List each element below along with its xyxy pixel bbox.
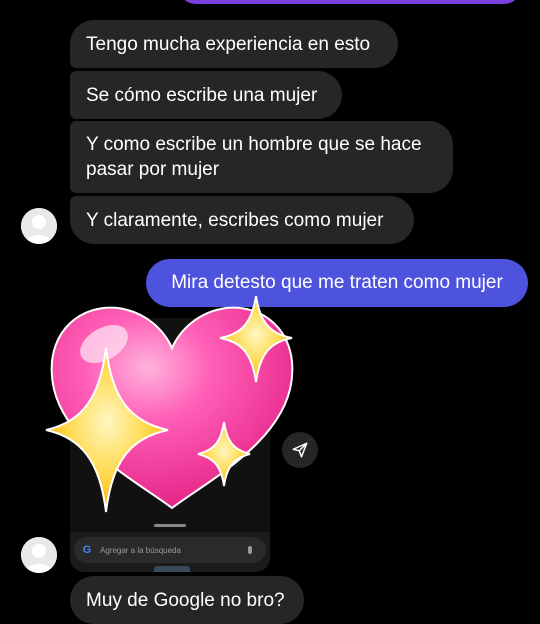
default-avatar-icon xyxy=(21,208,57,244)
drag-handle xyxy=(154,524,186,527)
message-text: Muy de Google no bro? xyxy=(86,589,285,611)
previous-sent-bubble[interactable] xyxy=(178,0,522,4)
default-avatar-icon xyxy=(21,537,57,573)
message-text: Y claramente, escribes como mujer xyxy=(86,209,384,231)
message-bubble-received[interactable]: Y claramente, escribes como mujer xyxy=(70,196,414,244)
message-text: Y como escribe un hombre que se hace pas… xyxy=(86,134,427,180)
sparkling-heart-icon[interactable] xyxy=(42,290,302,520)
google-search-bar: G Agregar a la búsqueda xyxy=(74,537,266,563)
message-text: Tengo mucha experiencia en esto xyxy=(86,33,371,55)
avatar[interactable] xyxy=(21,208,57,244)
message-text: Se cómo escribe una mujer xyxy=(86,84,318,106)
message-bubble-received[interactable]: Se cómo escribe una mujer xyxy=(70,71,342,119)
message-bubble-received[interactable]: Tengo mucha experiencia en esto xyxy=(70,20,398,68)
microphone-icon xyxy=(248,546,252,554)
google-icon: G xyxy=(82,544,92,556)
avatar[interactable] xyxy=(21,537,57,573)
card-tab-indicator xyxy=(154,566,190,572)
message-bubble-received[interactable]: Muy de Google no bro? xyxy=(70,576,304,624)
message-bubble-received[interactable]: Y como escribe un hombre que se hace pas… xyxy=(70,121,453,193)
search-placeholder: Agregar a la búsqueda xyxy=(100,545,181,555)
